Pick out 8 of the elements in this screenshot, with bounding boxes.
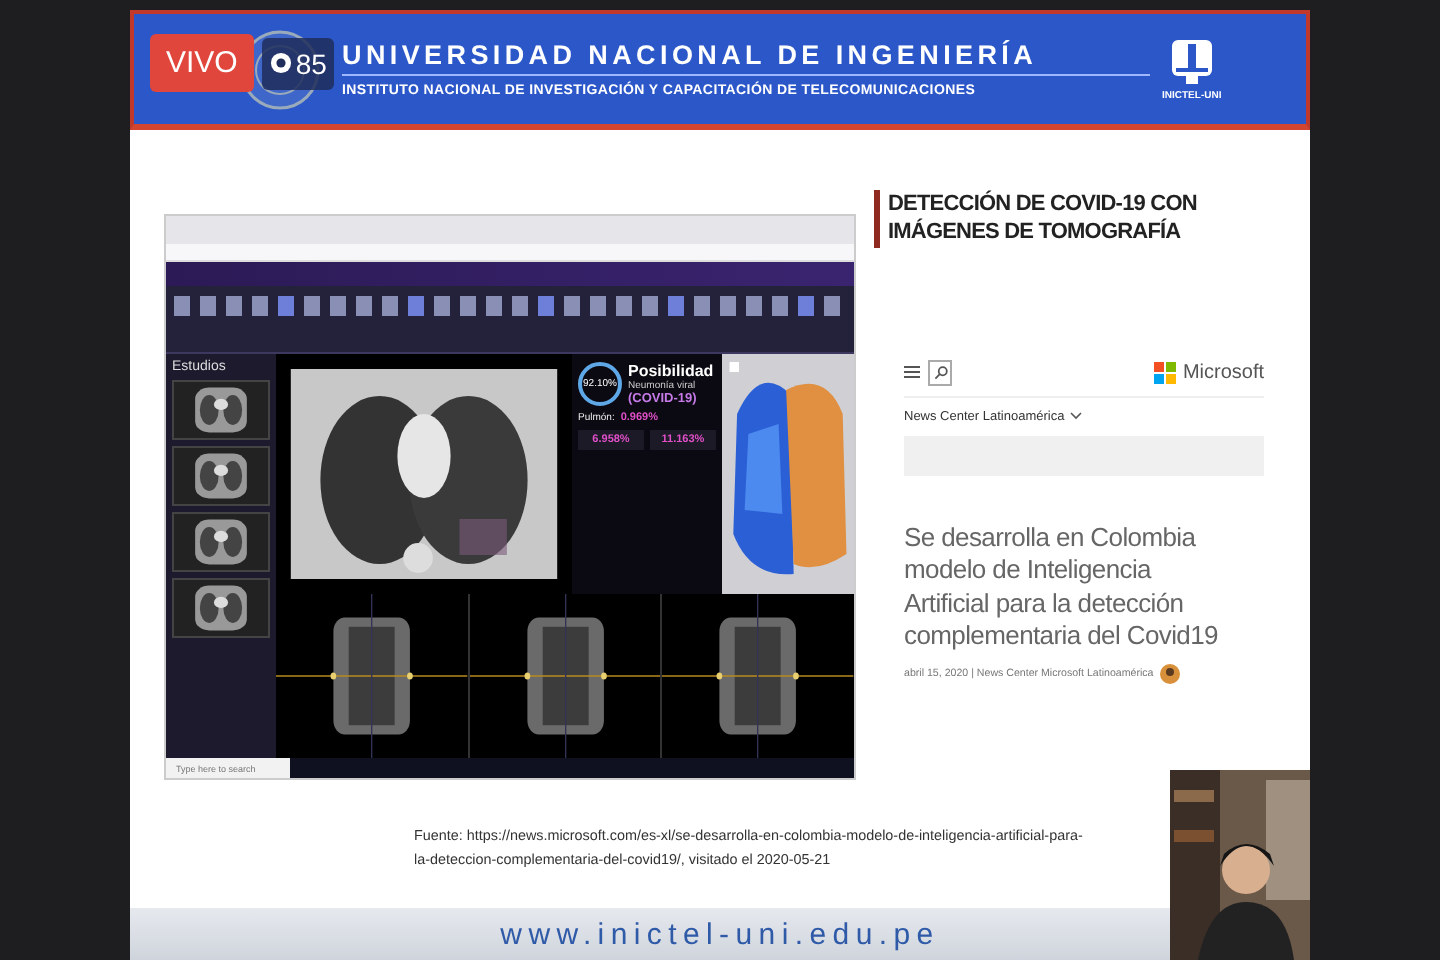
university-title: UNIVERSIDAD NACIONAL DE INGENIERÍA: [342, 40, 1150, 76]
slide-title: DETECCIÓN DE COVID-19 CON IMÁGENES DE TOMOGRAFÍA: [874, 190, 1294, 248]
website-url: www.inictel-uni.edu.pe: [500, 917, 940, 951]
brand-name: Microsoft: [1182, 361, 1264, 384]
live-badge: VIVO: [150, 34, 254, 92]
article-headline: Se desarrolla en Colombia modelo de Inteligencia Artificial para la detección complementaria del Covid19: [904, 521, 1220, 655]
possibility-heading: Posibilidad: [628, 362, 714, 380]
viewer-number: 85: [295, 47, 327, 79]
